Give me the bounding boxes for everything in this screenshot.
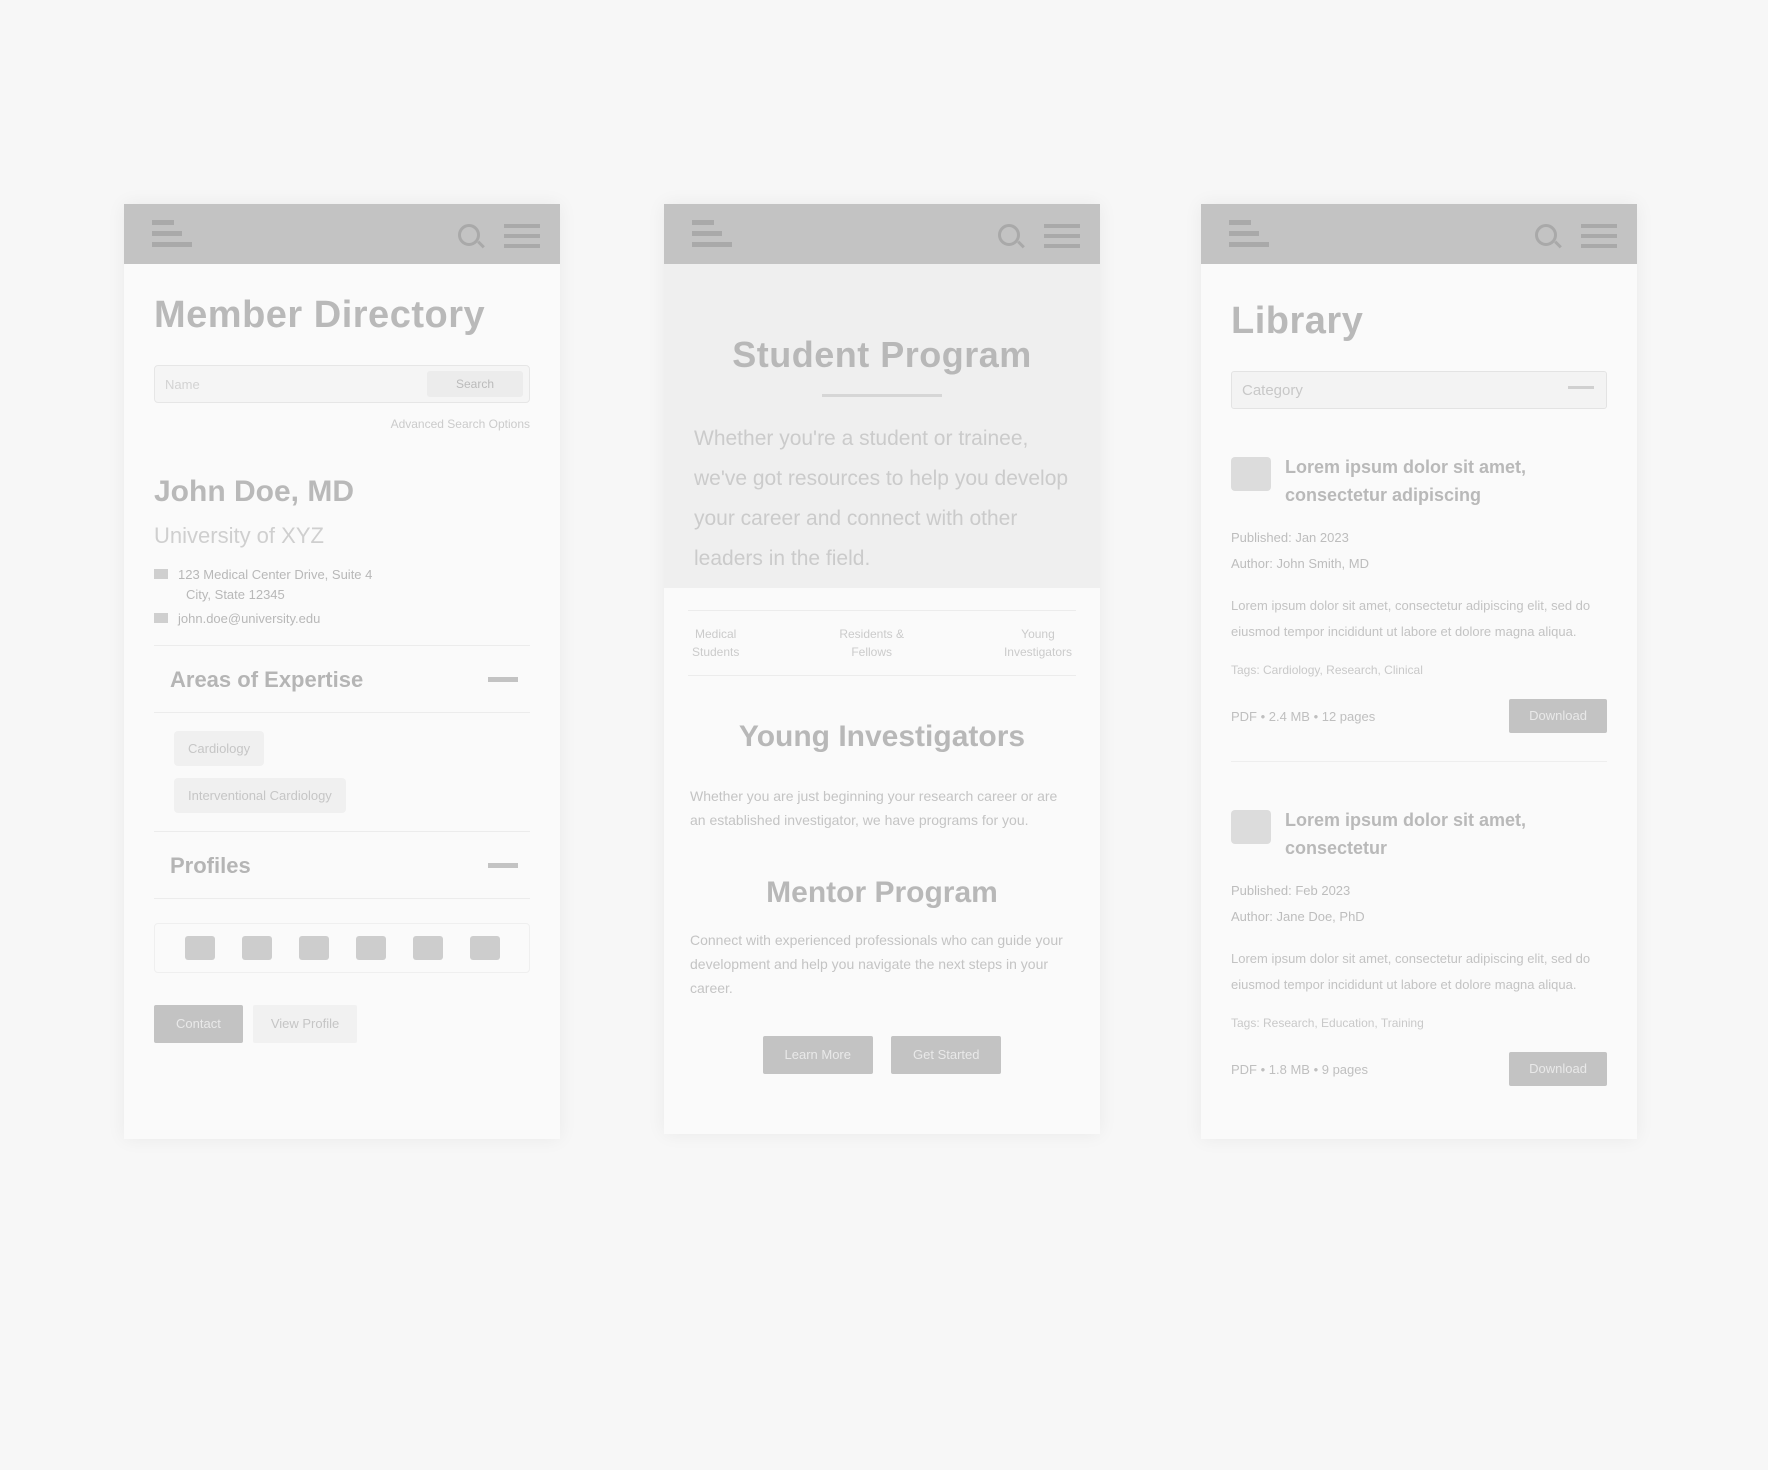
social-icon-5[interactable]: [412, 936, 443, 960]
item-author: Author: Jane Doe, PhD: [1231, 909, 1365, 924]
collapse-icon[interactable]: [488, 677, 518, 682]
social-icon-1[interactable]: [184, 936, 215, 960]
member-address: 123 Medical Center Drive, Suite 4 City, …: [154, 565, 530, 605]
item-meta: Published: Jan 2023 Author: John Smith, …: [1231, 525, 1607, 577]
member-email: john.doe@university.edu: [154, 609, 530, 629]
member-name: John Doe, MD: [154, 475, 354, 508]
download-button[interactable]: Download: [1509, 699, 1607, 733]
item-file-info: PDF • 2.4 MB • 12 pages: [1231, 708, 1376, 724]
contact-button[interactable]: Contact: [154, 1005, 243, 1043]
collapse-icon[interactable]: [488, 863, 518, 868]
search-icon[interactable]: [998, 224, 1020, 246]
item-description: Lorem ipsum dolor sit amet, consectetur …: [1231, 951, 1591, 992]
download-button[interactable]: Download: [1509, 1052, 1607, 1086]
item-title[interactable]: Lorem ipsum dolor sit amet, consectetur: [1285, 806, 1607, 862]
item-date: Published: Jan 2023: [1231, 530, 1349, 545]
address-line-1: 123 Medical Center Drive, Suite 4: [178, 567, 373, 582]
tab-young-investigators[interactable]: Young Investigators: [1004, 625, 1072, 661]
expertise-tag: Interventional Cardiology: [174, 778, 346, 813]
section-text: Whether you are just beginning your rese…: [690, 788, 1058, 828]
search-icon[interactable]: [458, 224, 480, 246]
logo[interactable]: [1229, 220, 1269, 250]
item-meta: Published: Feb 2023 Author: Jane Doe, Ph…: [1231, 878, 1607, 930]
search-placeholder: Name: [165, 377, 200, 392]
social-links: [154, 923, 530, 973]
address-line-2: City, State 12345: [186, 587, 285, 602]
expertise-list: Cardiology Interventional Cardiology: [154, 713, 530, 831]
tab-label: Fellows: [851, 645, 892, 659]
social-icon-3[interactable]: [298, 936, 329, 960]
section-text: Connect with experienced professionals w…: [690, 932, 1063, 996]
item-tags: Tags: Cardiology, Research, Clinical: [1231, 663, 1423, 677]
logo[interactable]: [692, 220, 732, 250]
social-icon-6[interactable]: [469, 936, 500, 960]
tab-label: Medical: [695, 627, 737, 641]
item-author: Author: John Smith, MD: [1231, 556, 1369, 571]
learn-more-button[interactable]: Learn More: [762, 1036, 873, 1074]
library-screen: Library Category Lorem ipsum dolor sit a…: [1201, 204, 1637, 1139]
item-file-info: PDF • 1.8 MB • 9 pages: [1231, 1061, 1368, 1077]
student-program-screen: Student Program Whether you're a student…: [664, 204, 1100, 1134]
chevron-down-icon: [1568, 386, 1594, 389]
item-tags: Tags: Research, Education, Training: [1231, 1016, 1424, 1030]
top-bar: [664, 204, 1100, 264]
top-bar: [1201, 204, 1637, 264]
library-item: Lorem ipsum dolor sit amet, consectetur …: [1231, 806, 1607, 1114]
item-description: Lorem ipsum dolor sit amet, consectetur …: [1231, 598, 1591, 639]
expertise-tag: Cardiology: [174, 731, 265, 766]
select-value: Category: [1242, 382, 1303, 399]
top-bar: [124, 204, 560, 264]
advanced-search-link[interactable]: Advanced Search Options: [154, 417, 530, 431]
email-icon: [154, 613, 168, 623]
search-icon[interactable]: [1535, 224, 1557, 246]
logo[interactable]: [152, 220, 192, 250]
get-started-button[interactable]: Get Started: [891, 1036, 1002, 1074]
search-button[interactable]: Search: [427, 371, 523, 397]
section-title: Mentor Program: [766, 876, 998, 909]
program-tabs: Medical Students Residents & Fellows You…: [688, 610, 1076, 676]
title-divider: [822, 394, 942, 397]
social-icon-2[interactable]: [241, 936, 272, 960]
item-title[interactable]: Lorem ipsum dolor sit amet, consectetur …: [1285, 453, 1607, 509]
section-title: Young Investigators: [738, 720, 1026, 753]
category-select[interactable]: Category: [1231, 371, 1607, 409]
accordion-label: Profiles: [170, 853, 251, 878]
tab-label: Investigators: [1003, 645, 1072, 659]
view-profile-button[interactable]: View Profile: [252, 1005, 358, 1043]
hero-text: Whether you're a student or trainee, we'…: [694, 427, 1069, 570]
hero-title: Student Program: [732, 334, 1032, 375]
hamburger-menu-icon[interactable]: [504, 224, 540, 254]
tab-residents-fellows[interactable]: Residents & Fellows: [839, 625, 904, 661]
document-icon: [1231, 810, 1271, 844]
tab-label: Residents &: [839, 627, 905, 641]
page-title: Library: [1231, 300, 1364, 342]
page-title: Member Directory: [154, 294, 486, 336]
tab-medical-students[interactable]: Medical Students: [692, 625, 739, 661]
profiles-accordion[interactable]: Profiles: [154, 831, 530, 899]
tab-label: Students: [692, 645, 740, 659]
hamburger-menu-icon[interactable]: [1044, 224, 1080, 254]
member-organization: University of XYZ: [154, 523, 324, 548]
expertise-accordion[interactable]: Areas of Expertise: [154, 645, 530, 713]
email-text[interactable]: john.doe@university.edu: [178, 611, 320, 626]
library-item: Lorem ipsum dolor sit amet, consectetur …: [1231, 453, 1607, 762]
document-icon: [1231, 457, 1271, 491]
member-directory-screen: Member Directory Name Search Advanced Se…: [124, 204, 560, 1139]
hero-section: Student Program Whether you're a student…: [664, 264, 1100, 588]
accordion-label: Areas of Expertise: [170, 667, 364, 692]
tab-label: Young: [1021, 627, 1055, 641]
hamburger-menu-icon[interactable]: [1581, 224, 1617, 254]
location-icon: [154, 569, 168, 579]
social-icon-4[interactable]: [355, 936, 386, 960]
search-input[interactable]: Name Search: [154, 365, 530, 403]
item-date: Published: Feb 2023: [1231, 883, 1351, 898]
